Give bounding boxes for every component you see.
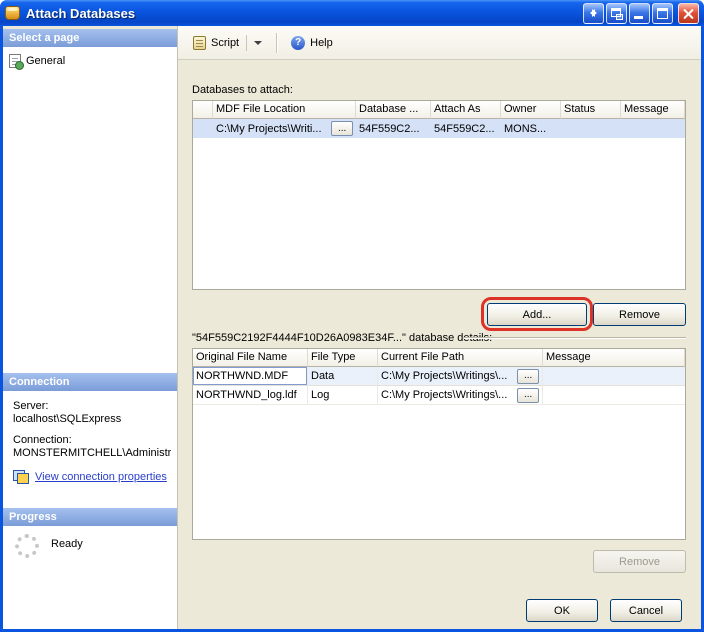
progress-status: Ready <box>51 538 83 550</box>
databases-to-attach-grid: MDF File Location Database ... Attach As… <box>192 100 686 290</box>
browse-mdf-button[interactable]: ... <box>331 121 353 136</box>
script-icon <box>193 36 206 50</box>
connection-properties-icon <box>13 470 29 484</box>
window-title: Attach Databases <box>26 6 135 21</box>
pages-panel: General <box>3 47 177 373</box>
column-header-selector[interactable] <box>193 101 213 119</box>
cancel-button[interactable]: Cancel <box>610 599 682 622</box>
message-cell[interactable] <box>621 119 685 138</box>
add-button[interactable]: Add... <box>487 303 587 326</box>
connection-panel: Server: localhost\SQLExpress Connection:… <box>3 391 177 508</box>
table-row[interactable]: NORTHWND_log.ldf Log C:\My Projects\Writ… <box>193 386 685 405</box>
remove-button[interactable]: Remove <box>593 303 686 326</box>
database-cell[interactable]: 54F559C2... <box>356 119 431 138</box>
maximize-button[interactable] <box>652 3 673 24</box>
message-cell[interactable] <box>543 367 685 385</box>
browse-path-button[interactable]: ... <box>517 369 539 384</box>
titlebar-buttons <box>583 3 699 24</box>
sidebar: Select a page General Connection Server:… <box>3 26 178 629</box>
column-header-current-file-path[interactable]: Current File Path <box>378 349 543 367</box>
status-cell[interactable] <box>561 119 621 138</box>
table-row[interactable]: NORTHWND.MDF Data C:\My Projects\Writing… <box>193 367 685 386</box>
script-button-label: Script <box>211 37 239 49</box>
maximize-icon <box>657 8 668 19</box>
current-file-path-cell[interactable]: C:\My Projects\Writings\... ... <box>378 386 543 404</box>
details-group-divider <box>464 337 686 339</box>
connection-header: Connection <box>3 373 177 391</box>
arrow-right-icon <box>592 9 601 17</box>
file-type-cell[interactable]: Data <box>308 367 378 385</box>
close-button[interactable] <box>678 3 699 24</box>
databases-to-attach-label: Databases to attach: <box>192 84 293 96</box>
column-header-message[interactable]: Message <box>543 349 685 367</box>
mdf-file-location-cell[interactable]: C:\My Projects\Writi... ... <box>213 119 356 138</box>
script-button[interactable]: Script <box>186 31 269 55</box>
mdf-file-location-text: C:\My Projects\Writi... <box>216 123 322 135</box>
titlebar[interactable]: Attach Databases <box>0 0 704 26</box>
progress-header: Progress <box>3 508 177 526</box>
general-page-icon <box>9 54 21 68</box>
grid-header-row: Original File Name File Type Current Fil… <box>193 349 685 367</box>
details-remove-button: Remove <box>593 550 686 573</box>
current-file-path-text: C:\My Projects\Writings\... <box>381 370 507 382</box>
file-type-cell[interactable]: Log <box>308 386 378 404</box>
select-a-page-header: Select a page <box>3 29 177 47</box>
script-dropdown-separator <box>246 35 247 51</box>
column-header-database[interactable]: Database ... <box>356 101 431 119</box>
help-button-label: Help <box>310 37 333 49</box>
attach-as-cell[interactable]: 54F559C2... <box>431 119 501 138</box>
connection-label: Connection: <box>13 434 171 447</box>
column-header-message[interactable]: Message <box>621 101 685 119</box>
float-window-button[interactable] <box>606 3 627 24</box>
message-cell[interactable] <box>543 386 685 404</box>
row-selector-cell[interactable] <box>193 119 213 138</box>
dialog-body: Select a page General Connection Server:… <box>3 26 701 629</box>
original-file-name-cell[interactable]: NORTHWND.MDF <box>193 367 308 385</box>
database-details-grid: Original File Name File Type Current Fil… <box>192 348 686 540</box>
column-header-status[interactable]: Status <box>561 101 621 119</box>
grid-header-row: MDF File Location Database ... Attach As… <box>193 101 685 119</box>
toolbar-separator <box>276 33 277 53</box>
column-header-original-file-name[interactable]: Original File Name <box>193 349 308 367</box>
ok-button[interactable]: OK <box>526 599 598 622</box>
column-header-owner[interactable]: Owner <box>501 101 561 119</box>
server-label: Server: <box>13 400 171 413</box>
view-connection-properties-link[interactable]: View connection properties <box>35 471 167 484</box>
current-file-path-text: C:\My Projects\Writings\... <box>381 389 507 401</box>
minimize-icon <box>634 16 643 19</box>
column-header-file-type[interactable]: File Type <box>308 349 378 367</box>
minimize-button[interactable] <box>629 3 650 24</box>
table-row[interactable]: C:\My Projects\Writi... ... 54F559C2... … <box>193 119 685 138</box>
owner-cell[interactable]: MONS... <box>501 119 561 138</box>
help-icon <box>291 36 305 50</box>
toolbar: Script Help <box>178 26 701 60</box>
chevron-down-icon[interactable] <box>254 41 262 49</box>
progress-spinner-icon <box>15 534 39 558</box>
browse-path-button[interactable]: ... <box>517 388 539 403</box>
sidebar-item-label: General <box>26 55 65 67</box>
column-header-mdf-file-location[interactable]: MDF File Location <box>213 101 356 119</box>
current-file-path-cell[interactable]: C:\My Projects\Writings\... ... <box>378 367 543 385</box>
dock-arrows-button[interactable] <box>583 3 604 24</box>
sidebar-item-general[interactable]: General <box>7 53 173 69</box>
main-panel: Script Help Databases to attach: MDF Fil… <box>178 26 701 629</box>
attach-databases-dialog: Attach Databases Sele <box>0 0 704 632</box>
database-details-label: "54F559C2192F4444F10D26A0983E34F..." dat… <box>192 332 492 344</box>
database-icon <box>5 6 20 20</box>
connection-value: MONSTERMITCHELL\Administra <box>13 447 171 460</box>
server-value: localhost\SQLExpress <box>13 413 171 426</box>
progress-panel: Ready <box>3 526 177 629</box>
help-button[interactable]: Help <box>284 31 340 55</box>
original-file-name-cell[interactable]: NORTHWND_log.ldf <box>193 386 308 404</box>
column-header-attach-as[interactable]: Attach As <box>431 101 501 119</box>
window-shadow-icon <box>616 14 623 20</box>
